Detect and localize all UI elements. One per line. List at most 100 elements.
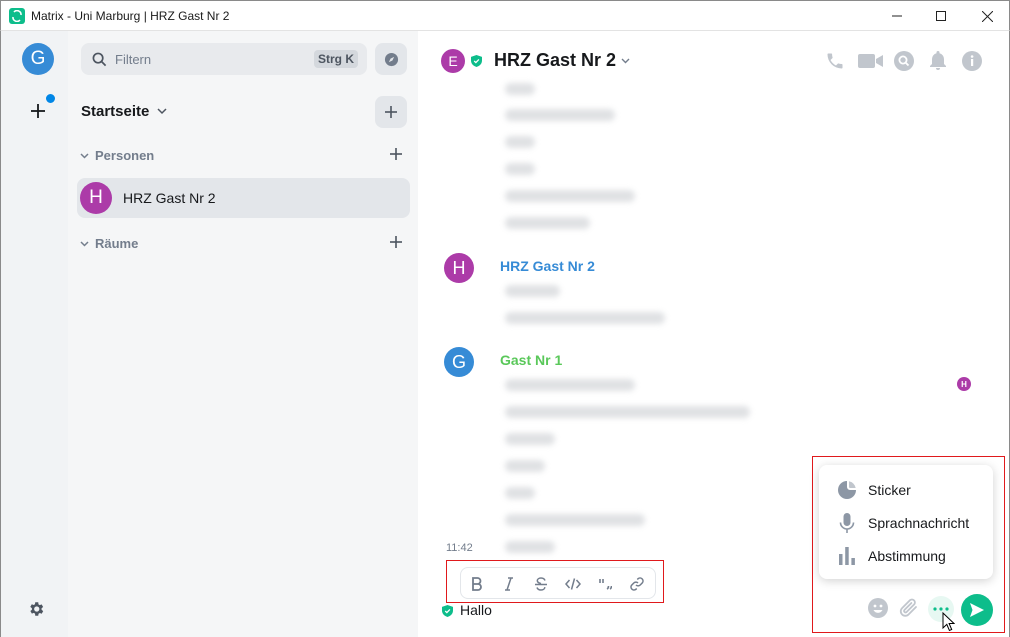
notifications-button[interactable]	[927, 50, 949, 72]
element-app-icon	[9, 8, 25, 24]
chevron-down-icon	[157, 108, 167, 115]
title-bar: Matrix - Uni Marburg | HRZ Gast Nr 2	[0, 0, 1010, 31]
redacted-message	[505, 190, 635, 202]
message-composer-input[interactable]: Hallo	[460, 602, 492, 618]
home-title[interactable]: Startseite	[81, 103, 167, 120]
chevron-down-icon	[80, 240, 89, 247]
redacted-message	[505, 406, 750, 418]
video-camera-icon	[858, 54, 883, 68]
redacted-message	[505, 514, 645, 526]
emoji-button[interactable]	[867, 597, 889, 619]
paperclip-icon	[899, 598, 917, 617]
search-room-button[interactable]	[893, 50, 915, 72]
microphone-icon	[837, 513, 857, 533]
italic-button[interactable]	[499, 574, 519, 594]
redacted-message	[505, 285, 560, 297]
minimize-button[interactable]	[874, 1, 920, 31]
redacted-message	[505, 541, 555, 553]
user-avatar[interactable]: G	[22, 43, 54, 75]
room-info-button[interactable]	[961, 50, 983, 72]
chevron-down-icon	[80, 152, 89, 159]
bold-icon	[472, 577, 482, 591]
room-header-name[interactable]: HRZ Gast Nr 2	[494, 50, 616, 71]
redacted-message	[505, 136, 535, 148]
add-room-button[interactable]	[375, 96, 407, 128]
quote-button[interactable]	[595, 574, 615, 594]
mouse-cursor-icon	[942, 612, 955, 632]
menu-item-label: Abstimmung	[868, 548, 946, 564]
add-person-plus-icon[interactable]	[389, 147, 403, 161]
menu-item-label: Sprachnachricht	[868, 515, 970, 531]
redacted-message	[505, 487, 535, 499]
sticker-icon	[837, 480, 857, 500]
create-space-button[interactable]	[28, 101, 48, 121]
code-button[interactable]	[563, 574, 583, 594]
chevron-down-icon[interactable]	[621, 58, 630, 64]
section-people[interactable]: Personen	[80, 148, 154, 163]
room-avatar: H	[80, 182, 112, 214]
notification-dot	[45, 93, 56, 104]
phone-icon	[827, 53, 843, 69]
poll-icon	[837, 546, 857, 566]
add-room-plus-icon[interactable]	[389, 235, 403, 249]
explore-rooms-button[interactable]	[375, 43, 407, 75]
shortcut-badge: Strg K	[314, 50, 358, 68]
italic-icon	[505, 577, 513, 591]
redacted-message	[505, 163, 535, 175]
filter-placeholder: Filtern	[115, 52, 152, 67]
code-icon	[565, 578, 581, 590]
message-timestamp: 11:42	[446, 542, 473, 554]
menu-item-poll[interactable]: Abstimmung	[837, 545, 946, 567]
menu-item-label: Sticker	[868, 482, 911, 498]
verified-shield-icon	[471, 55, 482, 67]
search-icon	[894, 51, 914, 71]
home-title-label: Startseite	[81, 103, 150, 120]
space-bar: G	[0, 31, 68, 637]
window-title: Matrix - Uni Marburg | HRZ Gast Nr 2	[31, 9, 230, 23]
redacted-message	[505, 109, 615, 121]
sender-avatar[interactable]: H	[444, 253, 474, 283]
link-icon	[630, 577, 644, 591]
maximize-button[interactable]	[918, 1, 964, 31]
strikethrough-icon	[535, 577, 547, 591]
redacted-message	[505, 83, 535, 95]
redacted-message	[505, 379, 635, 391]
ellipsis-icon	[933, 607, 949, 611]
attachment-button[interactable]	[898, 597, 920, 619]
plus-icon	[31, 104, 45, 118]
bell-icon	[930, 51, 946, 70]
redacted-message	[505, 460, 545, 472]
voice-call-button[interactable]	[824, 50, 846, 72]
redacted-message	[505, 433, 555, 445]
send-arrow-icon	[970, 603, 984, 617]
send-button[interactable]	[961, 594, 993, 626]
section-label: Personen	[95, 148, 155, 163]
more-options-menu: Sticker Sprachnachricht Abstimmung	[819, 465, 993, 579]
room-header-avatar[interactable]: E	[441, 49, 465, 73]
menu-item-voice-message[interactable]: Sprachnachricht	[837, 512, 969, 534]
formatting-toolbar	[460, 567, 656, 599]
sender-name[interactable]: HRZ Gast Nr 2	[500, 258, 595, 274]
close-button[interactable]	[964, 1, 1010, 31]
section-label: Räume	[95, 236, 139, 251]
sender-name[interactable]: Gast Nr 1	[500, 352, 562, 368]
plus-icon	[385, 106, 397, 118]
room-name: HRZ Gast Nr 2	[123, 190, 216, 206]
room-header: E HRZ Gast Nr 2	[418, 31, 1010, 87]
room-list-item[interactable]: H HRZ Gast Nr 2	[77, 178, 410, 218]
read-receipt-avatar[interactable]: H	[957, 377, 971, 391]
section-rooms[interactable]: Räume	[80, 236, 138, 251]
info-icon	[962, 51, 982, 71]
video-call-button[interactable]	[858, 50, 884, 72]
settings-button[interactable]	[27, 600, 45, 618]
sender-avatar[interactable]: G	[444, 347, 474, 377]
menu-item-sticker[interactable]: Sticker	[837, 479, 911, 501]
compass-icon	[384, 52, 398, 66]
verified-shield-icon	[442, 605, 453, 617]
filter-input[interactable]: Filtern Strg K	[81, 43, 367, 75]
redacted-message	[505, 312, 665, 324]
strikethrough-button[interactable]	[531, 574, 551, 594]
quote-icon	[599, 579, 612, 590]
link-button[interactable]	[627, 574, 647, 594]
bold-button[interactable]	[467, 574, 487, 594]
